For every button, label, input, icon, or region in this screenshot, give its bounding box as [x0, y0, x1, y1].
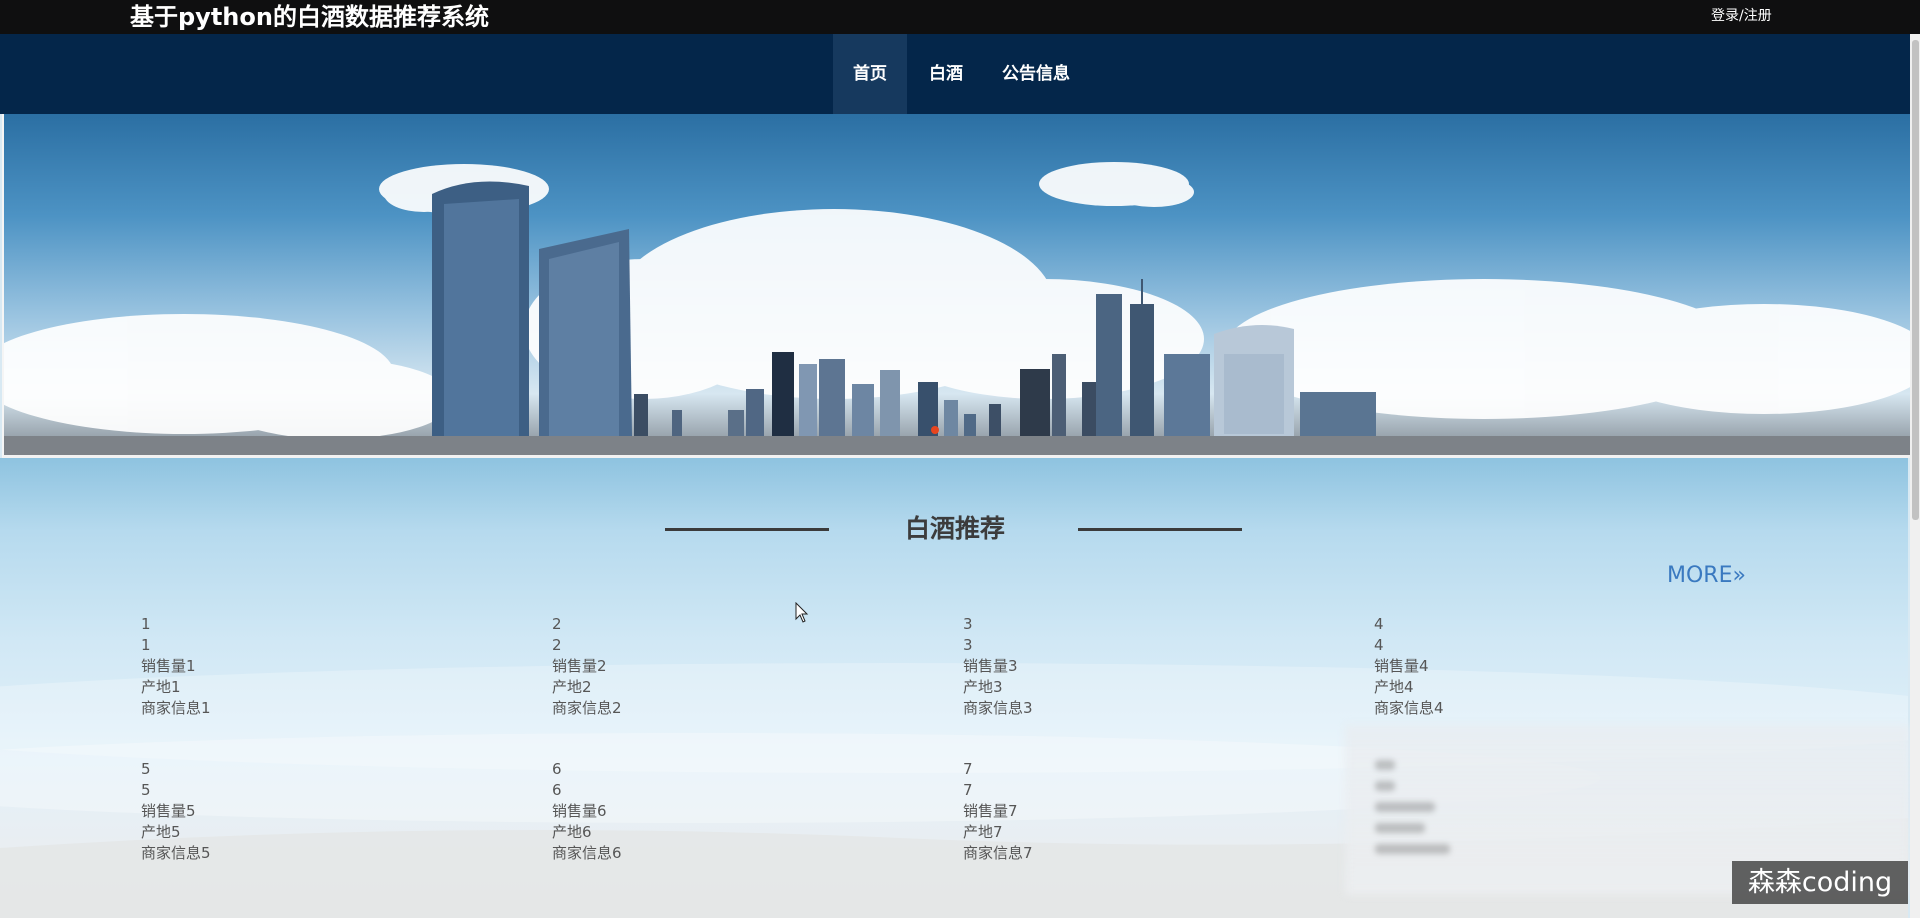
product-line2: 2: [552, 636, 562, 654]
main-nav: 首页 白酒 公告信息: [0, 34, 1920, 114]
nav-item-baijiu[interactable]: 白酒: [911, 34, 981, 114]
product-line2: 5: [141, 781, 151, 799]
clouds: [4, 162, 1910, 439]
product-sales: 销售量5: [141, 802, 196, 820]
product-merchant: 商家信息6: [552, 844, 622, 862]
product-line2: 6: [552, 781, 562, 799]
product-card[interactable]: 1 1 销售量1 产地1 商家信息1: [141, 614, 441, 719]
product-line2: 1: [141, 636, 151, 654]
nav-item-announcements[interactable]: 公告信息: [990, 34, 1082, 114]
login-register-link[interactable]: 登录/注册: [1711, 7, 1772, 25]
double-chevron-right-icon: »: [1732, 563, 1746, 588]
product-merchant: 商家信息5: [141, 844, 211, 862]
product-sales: 销售量4: [1374, 657, 1429, 675]
nav-item-home[interactable]: 首页: [833, 34, 907, 114]
top-bar: 基于python的白酒数据推荐系统 登录/注册: [0, 0, 1920, 34]
product-merchant: 商家信息3: [963, 699, 1033, 717]
product-merchant: 商家信息2: [552, 699, 622, 717]
section-title: 白酒推荐: [904, 514, 1005, 543]
product-sales: 销售量7: [963, 802, 1018, 820]
banner-carousel[interactable]: [2, 114, 1912, 458]
section-title-line-right: [1078, 528, 1242, 531]
product-card[interactable]: 6 6 销售量6 产地6 商家信息6: [552, 759, 852, 864]
product-sales: 销售量1: [141, 657, 196, 675]
product-name: 5: [141, 760, 151, 778]
more-label: MORE: [1667, 563, 1733, 588]
product-merchant: 商家信息7: [963, 844, 1033, 862]
product-name: 7: [963, 760, 973, 778]
scrollbar-thumb[interactable]: [1912, 40, 1919, 520]
ground-strip: [4, 436, 1910, 455]
section-title-line-left: [665, 528, 829, 531]
watermark: 森森coding: [1732, 861, 1908, 904]
product-card[interactable]: 4 4 销售量4 产地4 商家信息4: [1374, 614, 1674, 719]
product-origin: 产地3: [963, 678, 1003, 696]
product-card[interactable]: 5 5 销售量5 产地5 商家信息5: [141, 759, 441, 864]
product-line2: 3: [963, 636, 973, 654]
product-sales: 销售量6: [552, 802, 607, 820]
product-name: 6: [552, 760, 562, 778]
product-origin: 产地6: [552, 823, 592, 841]
product-merchant: 商家信息1: [141, 699, 211, 717]
product-sales: 销售量2: [552, 657, 607, 675]
product-line2: 7: [963, 781, 973, 799]
site-title: 基于python的白酒数据推荐系统: [130, 3, 489, 31]
more-link[interactable]: MORE»: [1667, 562, 1746, 590]
mouse-cursor-icon: [795, 602, 809, 623]
product-line2: 4: [1374, 636, 1384, 654]
product-name: 1: [141, 615, 151, 633]
product-merchant: 商家信息4: [1374, 699, 1444, 717]
product-card[interactable]: 2 2 销售量2 产地2 商家信息2: [552, 614, 852, 719]
carousel-indicator-active[interactable]: [931, 426, 939, 434]
product-name: 4: [1374, 615, 1384, 633]
city-skyline-image: [4, 162, 1910, 455]
product-sales: 销售量3: [963, 657, 1018, 675]
product-card[interactable]: 7 7 销售量7 产地7 商家信息7: [963, 759, 1263, 864]
product-origin: 产地2: [552, 678, 592, 696]
blurred-card-text: [1375, 760, 1455, 865]
product-origin: 产地5: [141, 823, 181, 841]
product-name: 3: [963, 615, 973, 633]
product-origin: 产地4: [1374, 678, 1414, 696]
product-card[interactable]: 3 3 销售量3 产地3 商家信息3: [963, 614, 1263, 719]
product-origin: 产地7: [963, 823, 1003, 841]
product-origin: 产地1: [141, 678, 181, 696]
